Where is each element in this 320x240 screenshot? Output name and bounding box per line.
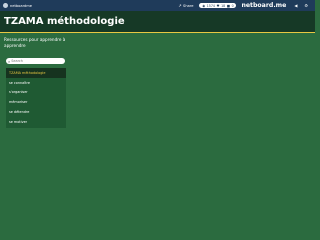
search-input[interactable] — [11, 59, 62, 63]
bookmark-count: 0 — [231, 3, 234, 8]
page-header: TZAMA méthodologie — [0, 11, 315, 33]
bookmark-icon[interactable]: ■ — [227, 4, 230, 8]
resource-list: TZAMA méthodologie se connaître s'organi… — [6, 68, 66, 128]
views-count: 1574 — [206, 3, 215, 8]
page-title: TZAMA méthodologie — [4, 16, 125, 27]
netboard-logo[interactable]: netboard.me — [241, 2, 286, 9]
avatar[interactable] — [3, 3, 8, 8]
eye-icon: ◉ — [202, 3, 206, 8]
top-bar: netboardme ↗ Share ◉ 1574 ♥ 18 ■ 0 netbo… — [0, 0, 315, 11]
header-divider — [0, 32, 315, 33]
list-item-se-connaitre[interactable]: se connaître — [6, 78, 66, 88]
settings-icon[interactable]: ⚙ — [304, 3, 308, 8]
user-name[interactable]: netboardme — [10, 4, 32, 8]
share-button[interactable]: ↗ Share — [178, 3, 193, 8]
search-box[interactable]: ⌕ — [6, 58, 65, 64]
stats-badge: ◉ 1574 ♥ 18 ■ 0 — [199, 2, 237, 9]
list-item-s-organiser[interactable]: s'organiser — [6, 88, 66, 98]
likes-count: 18 — [221, 3, 226, 8]
speaker-icon[interactable]: ◀ — [294, 3, 297, 8]
top-right-group: ↗ Share ◉ 1574 ♥ 18 ■ 0 netboard.me ◀ ⚙ — [178, 0, 315, 11]
list-item-tzama[interactable]: TZAMA méthodologie — [6, 68, 66, 78]
panel-title: Ressources pour apprendre à apprendre — [4, 37, 66, 48]
search-icon: ⌕ — [8, 58, 11, 64]
list-item-memoriser[interactable]: mémoriser — [6, 97, 66, 107]
user-menu[interactable]: netboardme — [3, 3, 32, 8]
heart-icon[interactable]: ♥ — [217, 4, 220, 8]
share-icon: ↗ — [178, 3, 182, 8]
share-label: Share — [183, 3, 194, 8]
list-item-se-motiver[interactable]: se motiver — [6, 117, 66, 127]
list-item-se-detendre[interactable]: se détendre — [6, 107, 66, 117]
resources-panel: Ressources pour apprendre à apprendre ⌕ … — [3, 37, 66, 130]
